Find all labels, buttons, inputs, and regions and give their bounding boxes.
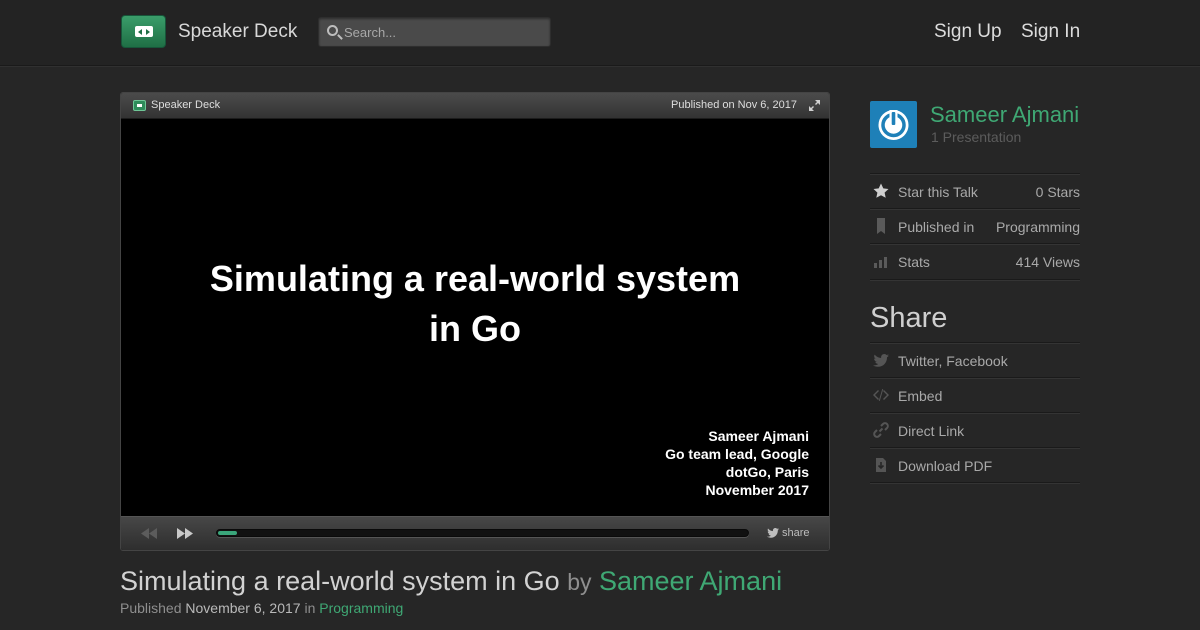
stats-row: Stats 414 Views: [870, 243, 1080, 278]
player-controls: share: [121, 516, 829, 550]
share-twitter-facebook-label[interactable]: Twitter, Facebook: [898, 353, 1008, 369]
share-embed[interactable]: Embed: [870, 377, 1080, 412]
top-header: Speaker Deck Sign Up Sign In: [0, 0, 1200, 66]
published-date: November 6, 2017: [185, 600, 301, 616]
slide-title-line-2: in Go: [429, 308, 521, 349]
search-icon: [327, 25, 338, 36]
talk-title: Simulating a real-world system in Go: [120, 566, 560, 596]
star-talk-link[interactable]: Star this Talk: [898, 184, 978, 200]
link-icon: [873, 422, 889, 438]
bookmark-icon: [877, 218, 885, 234]
share-download-pdf[interactable]: Download PDF: [870, 447, 1080, 482]
progress-fill: [218, 531, 237, 535]
share-embed-label[interactable]: Embed: [898, 388, 942, 404]
category-link[interactable]: Programming: [319, 600, 403, 616]
speaker-deck-mini-logo-icon[interactable]: [133, 100, 146, 111]
player-published-date: Published on Nov 6, 2017: [671, 99, 797, 111]
expand-icon[interactable]: [809, 100, 820, 111]
player-brand[interactable]: Speaker Deck: [151, 99, 220, 111]
star-talk-row[interactable]: Star this Talk 0 Stars: [870, 173, 1080, 208]
player-top-bar: Speaker Deck Published on Nov 6, 2017: [121, 93, 829, 119]
twitter-bird-icon: [873, 354, 889, 367]
share-heading: Share: [870, 302, 948, 334]
in-label: in: [304, 600, 316, 616]
sign-up-link[interactable]: Sign Up: [934, 21, 1002, 43]
twitter-bird-icon: [767, 528, 779, 538]
search-box[interactable]: [318, 17, 551, 47]
player-share-button[interactable]: share: [767, 527, 810, 539]
share-direct-link-label[interactable]: Direct Link: [898, 423, 964, 439]
share-twitter-facebook[interactable]: Twitter, Facebook: [870, 342, 1080, 377]
star-count: 0 Stars: [1035, 184, 1080, 200]
bar-chart-icon: [874, 257, 887, 268]
credit-line: Sameer Ajmani: [708, 428, 809, 444]
credit-line: Go team lead, Google: [665, 446, 809, 462]
brand-name[interactable]: Speaker Deck: [178, 21, 297, 43]
stats-label: Stats: [898, 254, 930, 270]
published-label: Published: [120, 600, 182, 616]
player-share-label: share: [782, 527, 810, 539]
published-in-label: Published in: [898, 219, 975, 235]
previous-slide-icon[interactable]: [141, 528, 157, 539]
share-download-pdf-label[interactable]: Download PDF: [898, 458, 992, 474]
code-icon: [873, 389, 889, 401]
speaker-deck-logo-icon[interactable]: [121, 15, 166, 48]
slide-view[interactable]: Simulating a real-world system in Go Sam…: [121, 120, 829, 516]
slide-progress-bar[interactable]: [216, 529, 749, 537]
slide-credits: Sameer Ajmani Go team lead, Google dotGo…: [665, 427, 809, 499]
slide-player: Speaker Deck Published on Nov 6, 2017 Si…: [120, 92, 830, 551]
share-direct-link[interactable]: Direct Link: [870, 412, 1080, 447]
next-slide-icon[interactable]: [177, 528, 193, 539]
sign-in-link[interactable]: Sign In: [1021, 21, 1080, 43]
credit-line: November 2017: [705, 482, 809, 498]
credit-line: dotGo, Paris: [725, 464, 809, 480]
by-label: by: [567, 569, 592, 595]
stats-divider: [870, 279, 1080, 280]
published-line: Published November 6, 2017 in Programmin…: [120, 600, 403, 616]
sidebar-author-name[interactable]: Sameer Ajmani: [930, 102, 1079, 128]
share-divider: [870, 482, 1080, 483]
star-icon: [873, 183, 889, 198]
avatar[interactable]: [870, 101, 917, 148]
download-icon: [876, 458, 886, 472]
search-input[interactable]: [344, 23, 544, 41]
view-count: 414 Views: [1015, 254, 1080, 270]
slide-title-line-1: Simulating a real-world system: [209, 258, 741, 299]
published-in-row: Published in Programming: [870, 208, 1080, 243]
talk-title-line: Simulating a real-world system in Go by …: [120, 566, 782, 597]
presentation-count: 1 Presentation: [931, 129, 1022, 145]
power-icon: [878, 110, 909, 140]
sidebar-category-link[interactable]: Programming: [996, 219, 1080, 235]
author-link[interactable]: Sameer Ajmani: [599, 566, 782, 596]
